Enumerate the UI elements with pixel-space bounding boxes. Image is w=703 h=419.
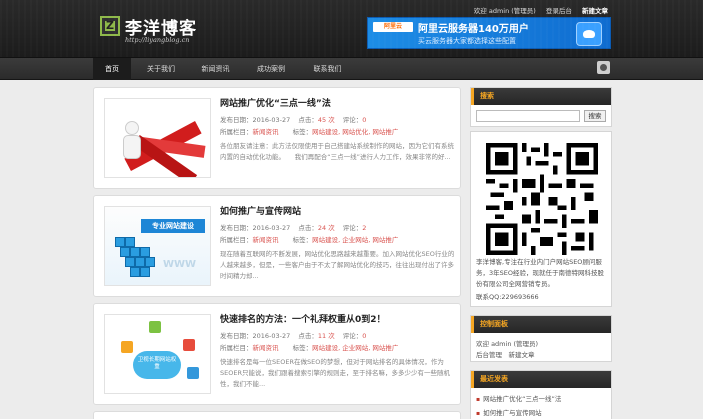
new-post-link[interactable]: 新建文章 [582,7,608,15]
banner-subline: 买云服务器大家都选择这些配置 [418,37,516,45]
cube-shape [115,237,125,247]
widget-heading: 搜索 [471,88,611,105]
tags-links[interactable]: 网站建设, 企业网站, 网站推广 [312,344,398,352]
control-panel-widget: 控制面板 欢迎 admin (管理员) 后台管理 新建文章 [470,315,612,362]
top-links: 欢迎 admin (管理员) 登录后台 新建文章 [466,5,608,15]
nav-news[interactable]: 新闻资讯 [193,58,238,80]
search-widget: 搜索 搜索 [470,87,612,127]
cube-shape [140,247,150,257]
widget-heading: 控制面板 [471,316,611,333]
tags-links[interactable]: 网站建设, 网站优化, 网站推广 [312,128,398,136]
logo-mark-icon: Z [100,16,120,36]
post-card: 网站推广优化“三点一线”法 发布日期：2016-03-27 点击：45 次 评论… [93,87,461,189]
node-icon [187,367,199,379]
rss-icon[interactable] [597,61,610,74]
cube-shape [140,267,150,277]
post-excerpt: 快速排名是每一位SEOER在做SEO的梦想，但对于网站排名的具体情况，作为SEO… [220,358,450,388]
node-icon [121,341,133,353]
search-button[interactable]: 搜索 [584,110,606,122]
admin-login-link[interactable]: 登录后台 [546,7,572,15]
recent-posts-widget: 最近发表 网站推广优化“三点一线”法 如何推广与宣传网站 [470,370,612,419]
aliyun-logo: 阿里云 [373,22,413,32]
cube-shape [125,257,135,267]
cube-shape [120,247,130,257]
thumb-label: 专业网站建设 [141,219,205,233]
recent-post-link[interactable]: 如何推广与宣传网站 [476,407,542,417]
post-title[interactable]: 如何推广与宣传网站 [220,204,301,217]
post-meta-category: 所属栏目：新闻资讯 标签：网站建设, 企业网站, 网站推广 [220,236,399,244]
main-nav: 首页 关于我们 新闻资讯 成功案例 联系我们 [0,58,703,80]
control-welcome: 欢迎 admin (管理员) [476,340,539,348]
post-meta-date: 发布日期：2016-03-27 点击：11 次 评论：0 [220,332,367,340]
tags-links[interactable]: 网站建设, 企业网站, 网站推广 [312,236,398,244]
welcome-text: 欢迎 admin (管理员) [473,7,536,15]
post-card: 卫视长期网站权重 快速排名的方法：一个礼拜权重从0到2！ 发布日期：2016-0… [93,303,461,405]
post-card [93,411,461,419]
site-logo[interactable]: Z 李洋博客 http://liyangblog.cn [100,14,240,50]
post-title[interactable]: 网站推广优化“三点一线”法 [220,96,331,109]
banner-headline: 阿里云服务器140万用户 [418,24,529,35]
node-icon [149,321,161,333]
post-title[interactable]: 快速排名的方法：一个礼拜权重从0到2！ [220,312,386,325]
post-meta-date: 发布日期：2016-03-27 点击：45 次 评论：0 [220,116,367,124]
figure-body [123,135,141,159]
about-widget: 李洋博客,专注在行业内门户网站SEO顾问服务，3年SEO经验，现就任于南德特网科… [470,131,612,307]
node-icon [183,339,195,351]
search-input[interactable] [476,110,580,122]
figure-head [125,121,139,135]
cube-shape [145,257,155,267]
cube-shape [130,267,140,277]
cube-shape [125,237,135,247]
control-links[interactable]: 后台管理 新建文章 [476,349,535,359]
post-thumbnail[interactable]: 专业网站建设 WWW [104,206,211,286]
post-excerpt: 现在随着互联网的不断发展，网站优化思路越来越重要。加入网站优化SEO行业的人越来… [220,250,455,280]
cube-shape [135,257,145,267]
post-meta-category: 所属栏目：新闻资讯 标签：网站建设, 网站优化, 网站推广 [220,128,399,136]
post-thumbnail[interactable]: 卫视长期网站权重 [104,314,211,394]
post-thumbnail[interactable] [104,98,211,178]
nav-about[interactable]: 关于我们 [140,58,182,80]
cube-shape [130,247,140,257]
post-card: 专业网站建设 WWW 如何推广与宣传网站 发布日期：2016-03-27 点击：… [93,195,461,297]
category-link[interactable]: 新闻资讯 [253,128,279,136]
thumb-www: WWW [163,259,197,270]
contact-qq: 联系QQ:229693666 [476,293,539,301]
widget-heading: 最近发表 [471,371,611,388]
about-text: 李洋博客,专注在行业内门户网站SEO顾问服务，3年SEO经验，现就任于南德特网科… [476,258,604,288]
nav-contact[interactable]: 联系我们 [305,58,350,80]
cloud-icon [576,22,602,46]
site-url: http://liyangblog.cn [125,36,190,44]
category-link[interactable]: 新闻资讯 [253,344,279,352]
site-header: Z 李洋博客 http://liyangblog.cn 欢迎 admin (管理… [0,0,703,58]
category-link[interactable]: 新闻资讯 [253,236,279,244]
post-meta-date: 发布日期：2016-03-27 点击：24 次 评论：2 [220,224,367,232]
ad-banner[interactable]: 阿里云 阿里云服务器140万用户 买云服务器大家都选择这些配置 [367,17,611,49]
recent-post-link[interactable]: 网站推广优化“三点一线”法 [476,393,561,403]
nav-cases[interactable]: 成功案例 [248,58,294,80]
post-meta-category: 所属栏目：新闻资讯 标签：网站建设, 企业网站, 网站推广 [220,344,399,352]
nav-home[interactable]: 首页 [93,58,131,80]
post-excerpt: 各位朋友请注意：此方法仅限使用于自己搭建站系统制作的网站，因为它们有系统内置的自… [220,142,454,161]
qr-code-icon [486,143,598,255]
cloud-text: 卫视长期网站权重 [137,357,177,370]
